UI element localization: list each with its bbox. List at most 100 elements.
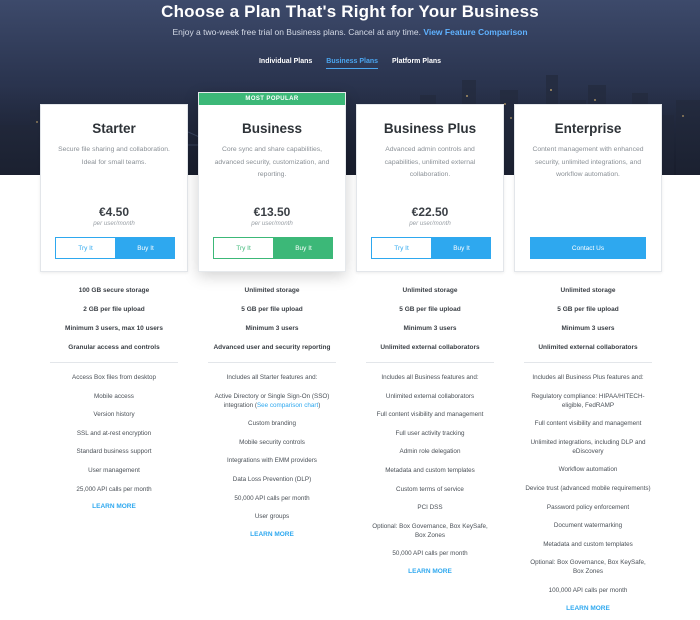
plan-actions: Try It Buy It (213, 237, 333, 259)
feature-item: Full user activity tracking (395, 429, 465, 437)
learn-more-link[interactable]: LEARN MORE (514, 605, 662, 612)
plan-description: Advanced admin controls and capabilities… (384, 146, 476, 178)
plan-price: €4.50 (98, 205, 130, 219)
sso-prefix: integration ( (223, 401, 257, 409)
feature-item: Admin role delegation (399, 448, 461, 456)
feature-item: User management (88, 466, 140, 474)
divider (208, 362, 336, 363)
feature-item: 25,000 API calls per month (76, 485, 152, 493)
feature-item: Integrations with EMM providers (227, 457, 317, 465)
divider (524, 362, 652, 363)
key-feature: Minimum 3 users (245, 325, 299, 332)
feature-item: 50,000 API calls per month (234, 494, 310, 502)
key-feature: 5 GB per file upload (241, 306, 303, 313)
key-feature: 5 GB per file upload (557, 306, 619, 313)
divider (50, 362, 178, 363)
page-title: Choose a Plan That's Right for Your Busi… (161, 2, 539, 21)
feature-item: Full content visibility and management (376, 411, 484, 419)
plan-name: Business Plus (383, 121, 477, 136)
plan-card-starter: Starter Secure file sharing and collabor… (40, 104, 188, 272)
try-it-button[interactable]: Try It (371, 237, 432, 259)
learn-more-link[interactable]: LEARN MORE (356, 568, 504, 575)
view-feature-comparison-link[interactable]: View Feature Comparison (423, 27, 527, 37)
key-feature: 2 GB per file upload (83, 306, 145, 313)
key-feature: Unlimited storage (560, 287, 616, 294)
plan-actions: Try It Buy It (371, 237, 491, 259)
tab-platform-plans[interactable]: Platform Plans (392, 58, 441, 69)
feature-item: Workflow automation (558, 466, 618, 474)
feature-item: Custom branding (248, 420, 296, 428)
buy-it-button[interactable]: Buy It (274, 237, 333, 259)
key-feature: Granular access and controls (68, 344, 160, 351)
tab-business-plans[interactable]: Business Plans (326, 58, 379, 69)
feature-item: Mobile security controls (239, 438, 305, 446)
feature-item: Device trust (advanced mobile requiremen… (525, 484, 651, 492)
feature-item: Metadata and custom templates (385, 466, 475, 474)
feature-item: 50,000 API calls per month (392, 550, 468, 558)
plan-name: Business (241, 121, 303, 136)
plan-card-business-plus: Business Plus Advanced admin controls an… (356, 104, 504, 272)
key-feature: Minimum 3 users (403, 325, 457, 332)
key-feature: 100 GB secure storage (78, 287, 150, 294)
feature-item: Mobile access (94, 392, 134, 400)
feature-item: Version history (93, 411, 135, 419)
business-features: Unlimited storage 5 GB per file upload M… (198, 286, 346, 538)
page-subtitle: Enjoy a two-week free trial on Business … (0, 27, 700, 37)
feature-item: SSL and at-rest encryption (76, 429, 152, 437)
feature-item: Document watermarking (553, 522, 623, 530)
contact-us-button[interactable]: Contact Us (530, 237, 646, 259)
feature-item: Includes all Business features and: (381, 374, 479, 381)
feature-item: Custom terms of service (396, 485, 464, 493)
feature-item: Password policy enforcement (546, 503, 630, 511)
buy-it-button[interactable]: Buy It (116, 237, 175, 259)
feature-item: Optional: Box Governance, Box KeySafe, B… (372, 522, 488, 539)
feature-item: Optional: Box Governance, Box KeySafe, B… (530, 559, 646, 576)
divider (366, 362, 494, 363)
tab-individual-plans[interactable]: Individual Plans (259, 58, 312, 69)
feature-item-sso: Active Directory or Single Sign-On (SSO)… (198, 392, 346, 410)
key-feature: Advanced user and security reporting (213, 344, 331, 351)
price-unit: per user/month (93, 220, 135, 227)
buy-it-button[interactable]: Buy It (432, 237, 491, 259)
feature-item: Standard business support (76, 448, 152, 456)
plan-description: Secure file sharing and collaboration. I… (58, 146, 170, 166)
feature-item: 100,000 API calls per month (548, 586, 628, 594)
plan-tabs: Individual Plans Business Plans Platform… (0, 58, 700, 69)
plan-name: Enterprise (554, 121, 622, 136)
feature-item: Unlimited external collaborators (385, 392, 475, 400)
plan-card-business: MOST POPULAR Business Core sync and shar… (198, 92, 346, 272)
key-feature: 5 GB per file upload (399, 306, 461, 313)
feature-item: Metadata and custom templates (543, 540, 633, 548)
price-unit: per user/month (251, 220, 293, 227)
enterprise-features: Unlimited storage 5 GB per file upload M… (514, 286, 662, 612)
feature-item: User groups (254, 513, 290, 521)
feature-item: Full content visibility and management (534, 420, 642, 428)
plan-price: €13.50 (253, 205, 291, 219)
sso-suffix: ) (318, 401, 321, 409)
feature-item: Includes all Business Plus features and: (532, 374, 644, 381)
see-comparison-chart-link[interactable]: See comparison chart (257, 402, 318, 409)
feature-item: PCI DSS (417, 504, 443, 512)
plan-price: €22.50 (411, 205, 449, 219)
feature-item: Data Loss Prevention (DLP) (232, 475, 312, 483)
subtitle-text: Enjoy a two-week free trial on Business … (172, 27, 421, 37)
plan-actions: Contact Us (530, 237, 646, 259)
learn-more-link[interactable]: LEARN MORE (40, 503, 188, 510)
plan-description: Core sync and share capabilities, advanc… (214, 146, 330, 178)
feature-item: Regulatory compliance: HIPAA/HITECH-elig… (531, 392, 645, 409)
try-it-button[interactable]: Try It (213, 237, 274, 259)
price-unit: per user/month (409, 220, 451, 227)
business-plus-features: Unlimited storage 5 GB per file upload M… (356, 286, 504, 575)
try-it-button[interactable]: Try It (55, 237, 116, 259)
most-popular-badge: MOST POPULAR (199, 93, 345, 105)
key-feature: Minimum 3 users (561, 325, 615, 332)
key-feature: Minimum 3 users, max 10 users (65, 325, 163, 332)
key-feature: Unlimited external collaborators (538, 344, 638, 351)
key-feature: Unlimited external collaborators (380, 344, 480, 351)
learn-more-link[interactable]: LEARN MORE (198, 531, 346, 538)
feature-item: Includes all Starter features and: (226, 374, 318, 381)
plan-card-enterprise: Enterprise Content management with enhan… (514, 104, 662, 272)
plan-name: Starter (92, 121, 136, 136)
feature-item: Access Box files from desktop (72, 374, 156, 381)
plan-actions: Try It Buy It (55, 237, 175, 259)
